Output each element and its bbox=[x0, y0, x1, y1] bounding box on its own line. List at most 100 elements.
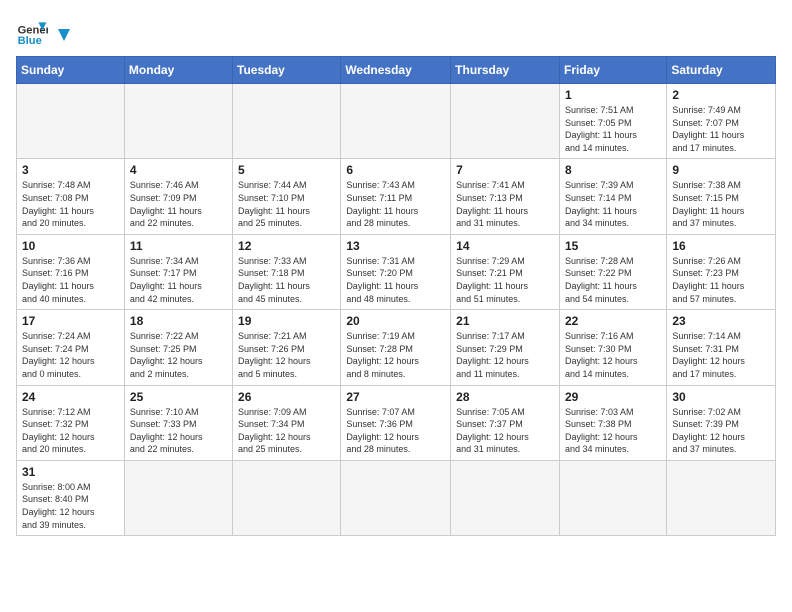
calendar-cell: 12Sunrise: 7:33 AM Sunset: 7:18 PM Dayli… bbox=[233, 234, 341, 309]
day-info: Sunrise: 7:09 AM Sunset: 7:34 PM Dayligh… bbox=[238, 406, 335, 456]
calendar-week-row: 31 Sunrise: 8:00 AM Sunset: 8:40 PM Dayli… bbox=[17, 460, 776, 535]
col-header-thursday: Thursday bbox=[451, 57, 560, 84]
svg-text:Blue: Blue bbox=[18, 35, 42, 47]
logo-triangle-icon bbox=[54, 25, 72, 43]
day-number: 13 bbox=[346, 239, 445, 253]
day-number: 28 bbox=[456, 390, 554, 404]
day-info: Sunrise: 7:43 AM Sunset: 7:11 PM Dayligh… bbox=[346, 179, 445, 229]
day-number: 22 bbox=[565, 314, 661, 328]
day-number: 8 bbox=[565, 163, 661, 177]
col-header-monday: Monday bbox=[124, 57, 232, 84]
calendar-cell: 17 Sunrise: 7:24 AM Sunset: 7:24 PM Dayli… bbox=[17, 310, 125, 385]
day-info: Sunrise: 7:44 AM Sunset: 7:10 PM Dayligh… bbox=[238, 179, 335, 229]
calendar-cell bbox=[451, 84, 560, 159]
calendar-cell: 11Sunrise: 7:34 AM Sunset: 7:17 PM Dayli… bbox=[124, 234, 232, 309]
col-header-friday: Friday bbox=[559, 57, 666, 84]
calendar-week-row: 3 Sunrise: 7:48 AM Sunset: 7:08 PM Daylig… bbox=[17, 159, 776, 234]
calendar-cell: 23Sunrise: 7:14 AM Sunset: 7:31 PM Dayli… bbox=[667, 310, 776, 385]
day-info: Sunrise: 7:17 AM Sunset: 7:29 PM Dayligh… bbox=[456, 330, 554, 380]
calendar-cell: 8 Sunrise: 7:39 AM Sunset: 7:14 PM Daylig… bbox=[559, 159, 666, 234]
calendar-week-row: 10 Sunrise: 7:36 AM Sunset: 7:16 PM Dayli… bbox=[17, 234, 776, 309]
day-number: 23 bbox=[672, 314, 770, 328]
calendar-cell: 19 Sunrise: 7:21 AM Sunset: 7:26 PM Dayli… bbox=[233, 310, 341, 385]
day-number: 10 bbox=[22, 239, 119, 253]
day-info: Sunrise: 7:28 AM Sunset: 7:22 PM Dayligh… bbox=[565, 255, 661, 305]
calendar-cell: 16Sunrise: 7:26 AM Sunset: 7:23 PM Dayli… bbox=[667, 234, 776, 309]
day-info: Sunrise: 7:16 AM Sunset: 7:30 PM Dayligh… bbox=[565, 330, 661, 380]
day-number: 27 bbox=[346, 390, 445, 404]
calendar-cell bbox=[341, 460, 451, 535]
day-info: Sunrise: 7:36 AM Sunset: 7:16 PM Dayligh… bbox=[22, 255, 119, 305]
calendar-week-row: 1 Sunrise: 7:51 AM Sunset: 7:05 PM Daylig… bbox=[17, 84, 776, 159]
calendar-cell bbox=[559, 460, 666, 535]
day-info: Sunrise: 7:03 AM Sunset: 7:38 PM Dayligh… bbox=[565, 406, 661, 456]
logo-icon: General Blue bbox=[16, 16, 48, 48]
day-number: 1 bbox=[565, 88, 661, 102]
calendar-table: SundayMondayTuesdayWednesdayThursdayFrid… bbox=[16, 56, 776, 536]
calendar-cell: 30Sunrise: 7:02 AM Sunset: 7:39 PM Dayli… bbox=[667, 385, 776, 460]
calendar-week-row: 17 Sunrise: 7:24 AM Sunset: 7:24 PM Dayli… bbox=[17, 310, 776, 385]
calendar-cell: 5 Sunrise: 7:44 AM Sunset: 7:10 PM Daylig… bbox=[233, 159, 341, 234]
calendar-cell: 7 Sunrise: 7:41 AM Sunset: 7:13 PM Daylig… bbox=[451, 159, 560, 234]
logo: General Blue bbox=[16, 16, 72, 48]
calendar-cell: 9Sunrise: 7:38 AM Sunset: 7:15 PM Daylig… bbox=[667, 159, 776, 234]
day-number: 2 bbox=[672, 88, 770, 102]
calendar-cell: 13Sunrise: 7:31 AM Sunset: 7:20 PM Dayli… bbox=[341, 234, 451, 309]
col-header-tuesday: Tuesday bbox=[233, 57, 341, 84]
calendar-header-row: SundayMondayTuesdayWednesdayThursdayFrid… bbox=[17, 57, 776, 84]
calendar-cell bbox=[233, 84, 341, 159]
calendar-cell bbox=[233, 460, 341, 535]
calendar-cell: 20Sunrise: 7:19 AM Sunset: 7:28 PM Dayli… bbox=[341, 310, 451, 385]
day-number: 17 bbox=[22, 314, 119, 328]
day-number: 30 bbox=[672, 390, 770, 404]
day-info: Sunrise: 7:29 AM Sunset: 7:21 PM Dayligh… bbox=[456, 255, 554, 305]
calendar-cell: 2Sunrise: 7:49 AM Sunset: 7:07 PM Daylig… bbox=[667, 84, 776, 159]
day-number: 16 bbox=[672, 239, 770, 253]
calendar-cell: 3 Sunrise: 7:48 AM Sunset: 7:08 PM Daylig… bbox=[17, 159, 125, 234]
day-number: 19 bbox=[238, 314, 335, 328]
day-info: Sunrise: 7:41 AM Sunset: 7:13 PM Dayligh… bbox=[456, 179, 554, 229]
day-info: Sunrise: 7:10 AM Sunset: 7:33 PM Dayligh… bbox=[130, 406, 227, 456]
day-info: Sunrise: 8:00 AM Sunset: 8:40 PM Dayligh… bbox=[22, 481, 119, 531]
day-number: 18 bbox=[130, 314, 227, 328]
day-number: 12 bbox=[238, 239, 335, 253]
day-number: 31 bbox=[22, 465, 119, 479]
calendar-cell: 31 Sunrise: 8:00 AM Sunset: 8:40 PM Dayli… bbox=[17, 460, 125, 535]
col-header-sunday: Sunday bbox=[17, 57, 125, 84]
day-number: 24 bbox=[22, 390, 119, 404]
day-info: Sunrise: 7:05 AM Sunset: 7:37 PM Dayligh… bbox=[456, 406, 554, 456]
calendar-cell: 26 Sunrise: 7:09 AM Sunset: 7:34 PM Dayli… bbox=[233, 385, 341, 460]
day-number: 14 bbox=[456, 239, 554, 253]
header: General Blue bbox=[16, 16, 776, 48]
calendar-cell bbox=[667, 460, 776, 535]
calendar-cell: 21Sunrise: 7:17 AM Sunset: 7:29 PM Dayli… bbox=[451, 310, 560, 385]
day-info: Sunrise: 7:12 AM Sunset: 7:32 PM Dayligh… bbox=[22, 406, 119, 456]
day-info: Sunrise: 7:07 AM Sunset: 7:36 PM Dayligh… bbox=[346, 406, 445, 456]
calendar-cell: 1 Sunrise: 7:51 AM Sunset: 7:05 PM Daylig… bbox=[559, 84, 666, 159]
day-info: Sunrise: 7:19 AM Sunset: 7:28 PM Dayligh… bbox=[346, 330, 445, 380]
day-info: Sunrise: 7:46 AM Sunset: 7:09 PM Dayligh… bbox=[130, 179, 227, 229]
calendar-cell: 4Sunrise: 7:46 AM Sunset: 7:09 PM Daylig… bbox=[124, 159, 232, 234]
day-number: 5 bbox=[238, 163, 335, 177]
col-header-saturday: Saturday bbox=[667, 57, 776, 84]
day-info: Sunrise: 7:39 AM Sunset: 7:14 PM Dayligh… bbox=[565, 179, 661, 229]
day-number: 26 bbox=[238, 390, 335, 404]
calendar-cell: 22 Sunrise: 7:16 AM Sunset: 7:30 PM Dayli… bbox=[559, 310, 666, 385]
calendar-week-row: 24 Sunrise: 7:12 AM Sunset: 7:32 PM Dayli… bbox=[17, 385, 776, 460]
day-number: 7 bbox=[456, 163, 554, 177]
calendar-cell: 27 Sunrise: 7:07 AM Sunset: 7:36 PM Dayli… bbox=[341, 385, 451, 460]
calendar-cell bbox=[124, 460, 232, 535]
calendar-cell: 10 Sunrise: 7:36 AM Sunset: 7:16 PM Dayli… bbox=[17, 234, 125, 309]
day-info: Sunrise: 7:48 AM Sunset: 7:08 PM Dayligh… bbox=[22, 179, 119, 229]
calendar-cell bbox=[17, 84, 125, 159]
day-number: 3 bbox=[22, 163, 119, 177]
day-info: Sunrise: 7:24 AM Sunset: 7:24 PM Dayligh… bbox=[22, 330, 119, 380]
day-info: Sunrise: 7:38 AM Sunset: 7:15 PM Dayligh… bbox=[672, 179, 770, 229]
calendar-cell: 28 Sunrise: 7:05 AM Sunset: 7:37 PM Dayli… bbox=[451, 385, 560, 460]
day-number: 15 bbox=[565, 239, 661, 253]
day-info: Sunrise: 7:51 AM Sunset: 7:05 PM Dayligh… bbox=[565, 104, 661, 154]
day-info: Sunrise: 7:34 AM Sunset: 7:17 PM Dayligh… bbox=[130, 255, 227, 305]
day-info: Sunrise: 7:21 AM Sunset: 7:26 PM Dayligh… bbox=[238, 330, 335, 380]
calendar-cell: 15 Sunrise: 7:28 AM Sunset: 7:22 PM Dayli… bbox=[559, 234, 666, 309]
calendar-cell: 29Sunrise: 7:03 AM Sunset: 7:38 PM Dayli… bbox=[559, 385, 666, 460]
